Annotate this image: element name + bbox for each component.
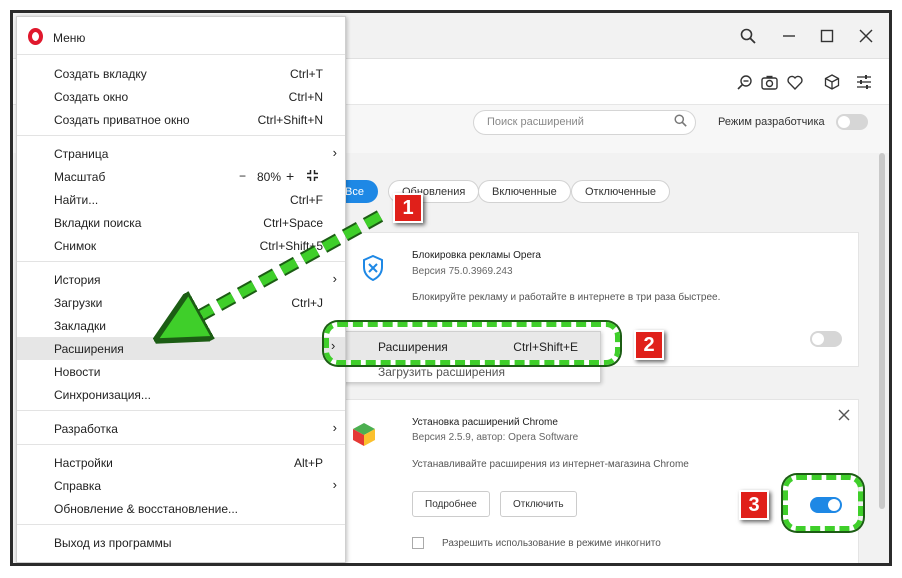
highlight-extensions-submenu — [324, 322, 620, 365]
highlight-enable-toggle — [783, 475, 863, 531]
annotation-arrow — [13, 210, 384, 566]
step-badge-1: 1 — [393, 193, 423, 223]
screenshot-frame: Поиск расширений Режим разработчика Все … — [10, 10, 892, 566]
step-badge-3: 3 — [739, 490, 769, 520]
step-badge-2: 2 — [634, 330, 664, 360]
